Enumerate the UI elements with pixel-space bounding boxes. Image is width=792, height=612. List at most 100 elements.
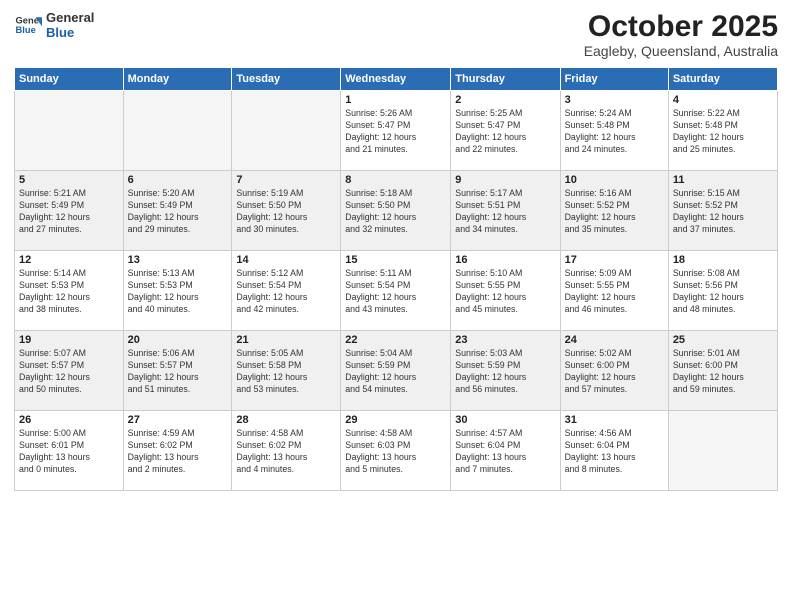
week-row-0: 1 Sunrise: 5:26 AM Sunset: 5:47 PM Daylig…: [15, 91, 778, 171]
day-number: 21: [236, 334, 336, 346]
day-cell: 11Sunrise: 5:15 AM Sunset: 5:52 PM Dayli…: [668, 171, 777, 251]
day-cell: 26Sunrise: 5:00 AM Sunset: 6:01 PM Dayli…: [15, 411, 124, 491]
day-number: 19: [19, 334, 119, 346]
day-number: 1: [345, 94, 446, 106]
logo-blue: Blue: [46, 25, 94, 40]
day-info: Sunrise: 5:13 AM Sunset: 5:53 PM Dayligh…: [128, 268, 228, 316]
day-info: Sunrise: 5:24 AM Sunset: 5:48 PM Dayligh…: [565, 108, 664, 156]
weekday-header-sunday: Sunday: [15, 68, 124, 91]
weekday-header-wednesday: Wednesday: [341, 68, 451, 91]
weekday-header-tuesday: Tuesday: [232, 68, 341, 91]
day-info: Sunrise: 5:02 AM Sunset: 6:00 PM Dayligh…: [565, 348, 664, 396]
day-cell: [123, 91, 232, 171]
day-cell: 6 Sunrise: 5:20 AM Sunset: 5:49 PM Daylig…: [123, 171, 232, 251]
day-info: Sunrise: 5:04 AM Sunset: 5:59 PM Dayligh…: [345, 348, 446, 396]
day-cell: 10Sunrise: 5:16 AM Sunset: 5:52 PM Dayli…: [560, 171, 668, 251]
weekday-header-friday: Friday: [560, 68, 668, 91]
day-info: Sunrise: 5:17 AM Sunset: 5:51 PM Dayligh…: [455, 188, 555, 236]
day-cell: 17 Sunrise: 5:09 AM Sunset: 5:55 PM Dayli…: [560, 251, 668, 331]
day-info: Sunrise: 5:09 AM Sunset: 5:55 PM Dayligh…: [565, 268, 664, 316]
day-number: 31: [565, 414, 664, 426]
day-info: Sunrise: 5:21 AM Sunset: 5:49 PM Dayligh…: [19, 188, 119, 236]
day-info: Sunrise: 5:01 AM Sunset: 6:00 PM Dayligh…: [673, 348, 773, 396]
day-cell: 28 Sunrise: 4:58 AM Sunset: 6:02 PM Dayli…: [232, 411, 341, 491]
day-cell: 7Sunrise: 5:19 AM Sunset: 5:50 PM Daylig…: [232, 171, 341, 251]
day-info: Sunrise: 5:00 AM Sunset: 6:01 PM Dayligh…: [19, 428, 119, 476]
month-title: October 2025: [584, 10, 778, 43]
day-number: 18: [673, 254, 773, 266]
week-row-4: 26Sunrise: 5:00 AM Sunset: 6:01 PM Dayli…: [15, 411, 778, 491]
day-number: 6: [128, 174, 228, 186]
day-number: 25: [673, 334, 773, 346]
day-info: Sunrise: 4:59 AM Sunset: 6:02 PM Dayligh…: [128, 428, 228, 476]
day-number: 5: [19, 174, 119, 186]
day-cell: 31 Sunrise: 4:56 AM Sunset: 6:04 PM Dayli…: [560, 411, 668, 491]
weekday-header-saturday: Saturday: [668, 68, 777, 91]
day-number: 15: [345, 254, 446, 266]
day-cell: 12Sunrise: 5:14 AM Sunset: 5:53 PM Dayli…: [15, 251, 124, 331]
day-number: 27: [128, 414, 228, 426]
day-cell: 21 Sunrise: 5:05 AM Sunset: 5:58 PM Dayli…: [232, 331, 341, 411]
day-cell: 1 Sunrise: 5:26 AM Sunset: 5:47 PM Daylig…: [341, 91, 451, 171]
day-info: Sunrise: 5:22 AM Sunset: 5:48 PM Dayligh…: [673, 108, 773, 156]
day-number: 11: [673, 174, 773, 186]
day-cell: 24 Sunrise: 5:02 AM Sunset: 6:00 PM Dayli…: [560, 331, 668, 411]
day-info: Sunrise: 5:20 AM Sunset: 5:49 PM Dayligh…: [128, 188, 228, 236]
day-info: Sunrise: 5:26 AM Sunset: 5:47 PM Dayligh…: [345, 108, 446, 156]
day-info: Sunrise: 4:58 AM Sunset: 6:03 PM Dayligh…: [345, 428, 446, 476]
day-info: Sunrise: 5:07 AM Sunset: 5:57 PM Dayligh…: [19, 348, 119, 396]
logo: General Blue General Blue: [14, 10, 94, 40]
day-number: 17: [565, 254, 664, 266]
day-number: 4: [673, 94, 773, 106]
day-cell: 18 Sunrise: 5:08 AM Sunset: 5:56 PM Dayli…: [668, 251, 777, 331]
calendar: SundayMondayTuesdayWednesdayThursdayFrid…: [14, 67, 778, 491]
day-number: 8: [345, 174, 446, 186]
day-number: 3: [565, 94, 664, 106]
day-cell: 2 Sunrise: 5:25 AM Sunset: 5:47 PM Daylig…: [451, 91, 560, 171]
day-info: Sunrise: 5:11 AM Sunset: 5:54 PM Dayligh…: [345, 268, 446, 316]
day-cell: [15, 91, 124, 171]
day-info: Sunrise: 4:56 AM Sunset: 6:04 PM Dayligh…: [565, 428, 664, 476]
day-info: Sunrise: 5:10 AM Sunset: 5:55 PM Dayligh…: [455, 268, 555, 316]
week-row-3: 19 Sunrise: 5:07 AM Sunset: 5:57 PM Dayli…: [15, 331, 778, 411]
day-number: 2: [455, 94, 555, 106]
day-cell: 14 Sunrise: 5:12 AM Sunset: 5:54 PM Dayli…: [232, 251, 341, 331]
day-number: 24: [565, 334, 664, 346]
day-cell: 3 Sunrise: 5:24 AM Sunset: 5:48 PM Daylig…: [560, 91, 668, 171]
day-info: Sunrise: 5:06 AM Sunset: 5:57 PM Dayligh…: [128, 348, 228, 396]
day-cell: 20 Sunrise: 5:06 AM Sunset: 5:57 PM Dayli…: [123, 331, 232, 411]
page: General Blue General Blue October 2025 E…: [0, 0, 792, 612]
day-number: 23: [455, 334, 555, 346]
day-number: 30: [455, 414, 555, 426]
day-number: 10: [565, 174, 664, 186]
day-cell: 29Sunrise: 4:58 AM Sunset: 6:03 PM Dayli…: [341, 411, 451, 491]
day-number: 14: [236, 254, 336, 266]
day-info: Sunrise: 5:14 AM Sunset: 5:53 PM Dayligh…: [19, 268, 119, 316]
day-cell: 23 Sunrise: 5:03 AM Sunset: 5:59 PM Dayli…: [451, 331, 560, 411]
day-info: Sunrise: 4:57 AM Sunset: 6:04 PM Dayligh…: [455, 428, 555, 476]
day-info: Sunrise: 4:58 AM Sunset: 6:02 PM Dayligh…: [236, 428, 336, 476]
day-number: 13: [128, 254, 228, 266]
day-info: Sunrise: 5:25 AM Sunset: 5:47 PM Dayligh…: [455, 108, 555, 156]
day-cell: 16 Sunrise: 5:10 AM Sunset: 5:55 PM Dayli…: [451, 251, 560, 331]
day-info: Sunrise: 5:08 AM Sunset: 5:56 PM Dayligh…: [673, 268, 773, 316]
day-number: 28: [236, 414, 336, 426]
weekday-header-row: SundayMondayTuesdayWednesdayThursdayFrid…: [15, 68, 778, 91]
day-cell: 25 Sunrise: 5:01 AM Sunset: 6:00 PM Dayli…: [668, 331, 777, 411]
day-number: 20: [128, 334, 228, 346]
day-cell: 13 Sunrise: 5:13 AM Sunset: 5:53 PM Dayli…: [123, 251, 232, 331]
location-title: Eagleby, Queensland, Australia: [584, 43, 778, 59]
day-cell: 8Sunrise: 5:18 AM Sunset: 5:50 PM Daylig…: [341, 171, 451, 251]
week-row-1: 5 Sunrise: 5:21 AM Sunset: 5:49 PM Daylig…: [15, 171, 778, 251]
day-cell: 5 Sunrise: 5:21 AM Sunset: 5:49 PM Daylig…: [15, 171, 124, 251]
day-cell: [232, 91, 341, 171]
day-cell: 22 Sunrise: 5:04 AM Sunset: 5:59 PM Dayli…: [341, 331, 451, 411]
day-info: Sunrise: 5:05 AM Sunset: 5:58 PM Dayligh…: [236, 348, 336, 396]
day-info: Sunrise: 5:03 AM Sunset: 5:59 PM Dayligh…: [455, 348, 555, 396]
day-cell: [668, 411, 777, 491]
day-info: Sunrise: 5:19 AM Sunset: 5:50 PM Dayligh…: [236, 188, 336, 236]
day-number: 22: [345, 334, 446, 346]
title-block: October 2025 Eagleby, Queensland, Austra…: [584, 10, 778, 59]
day-number: 16: [455, 254, 555, 266]
day-info: Sunrise: 5:12 AM Sunset: 5:54 PM Dayligh…: [236, 268, 336, 316]
